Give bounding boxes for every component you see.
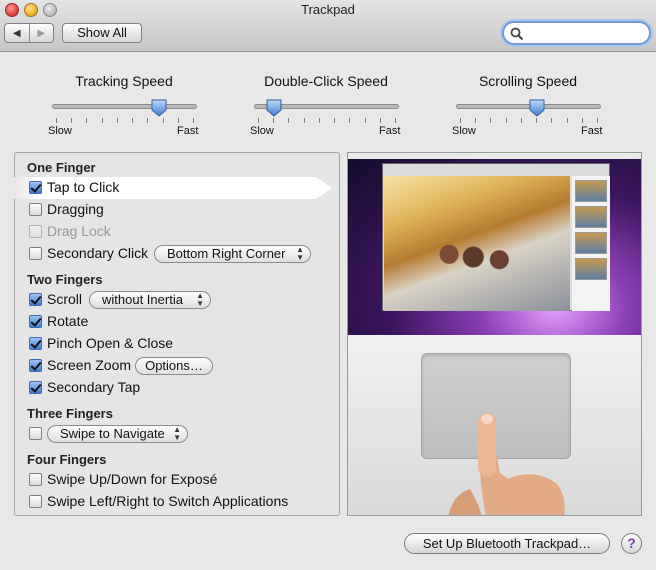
preview-photo-window — [382, 163, 610, 311]
secondary-click-option: Bottom Right Corner — [167, 246, 286, 261]
rotate-label: Rotate — [47, 313, 89, 329]
back-button[interactable]: ◀ — [5, 24, 29, 42]
help-button[interactable]: ? — [621, 533, 642, 554]
screen-zoom-checkbox[interactable] — [29, 358, 42, 372]
search-field[interactable] — [502, 21, 651, 45]
history-nav: ◀ ▶ — [4, 23, 54, 43]
pinch-row[interactable]: Pinch Open & Close — [29, 333, 173, 353]
preview-photo — [384, 176, 570, 311]
swipe-expose-label: Swipe Up/Down for Exposé — [47, 471, 218, 487]
popup-arrows-icon: ▲ ▼ — [296, 245, 304, 262]
preview-trackpad-area — [348, 335, 641, 515]
back-arrow-icon: ◀ — [12, 27, 21, 39]
drag-lock-row: Drag Lock — [29, 221, 111, 241]
pinch-checkbox[interactable] — [29, 336, 42, 350]
scroll-inertia-popup[interactable]: without Inertia ▲ ▼ — [89, 291, 211, 309]
tap-to-click-checkbox[interactable] — [29, 180, 42, 194]
title-bar: Trackpad ◀ ▶ Show All — [0, 0, 656, 52]
zoom-options-button[interactable]: Options… — [135, 357, 213, 375]
screen-zoom-label: Screen Zoom — [47, 357, 132, 373]
tracking-speed-ticks — [52, 118, 197, 124]
scroll-row[interactable]: Scroll — [29, 289, 82, 309]
tap-to-click-label: Tap to Click — [47, 179, 120, 195]
double-click-speed-max-label: Fast — [379, 125, 401, 137]
scrolling-speed-label: Scrolling Speed — [478, 73, 578, 89]
forward-button[interactable]: ▶ — [28, 24, 54, 42]
dragging-checkbox[interactable] — [29, 202, 42, 216]
popup-arrows-icon: ▲ ▼ — [173, 425, 181, 442]
scrolling-speed-max-label: Fast — [581, 125, 603, 137]
scroll-label: Scroll — [47, 291, 83, 307]
preview-menubar — [348, 153, 641, 159]
swipe-switch-row[interactable]: Swipe Left/Right to Switch Applications — [29, 491, 288, 511]
secondary-click-popup[interactable]: Bottom Right Corner ▲ ▼ — [154, 245, 311, 263]
show-all-button[interactable]: Show All — [62, 23, 142, 43]
scrolling-speed-ticks — [456, 118, 601, 124]
secondary-tap-row[interactable]: Secondary Tap — [29, 377, 140, 397]
three-fingers-heading: Three Fingers — [27, 406, 113, 421]
scroll-checkbox[interactable] — [29, 292, 42, 306]
four-fingers-heading: Four Fingers — [27, 452, 107, 467]
double-click-speed-min-label: Slow — [250, 125, 274, 137]
screen-zoom-row[interactable]: Screen Zoom — [29, 355, 131, 375]
rotate-row[interactable]: Rotate — [29, 311, 88, 331]
tracking-speed-slider-thumb[interactable] — [151, 99, 167, 117]
drag-lock-label: Drag Lock — [47, 223, 111, 239]
swipe-switch-checkbox[interactable] — [29, 494, 42, 508]
swipe-expose-checkbox[interactable] — [29, 472, 42, 486]
secondary-tap-label: Secondary Tap — [47, 379, 141, 395]
scrolling-speed-min-label: Slow — [452, 125, 476, 137]
search-icon — [510, 27, 524, 41]
secondary-click-row[interactable]: Secondary Click — [29, 243, 148, 263]
secondary-tap-checkbox[interactable] — [29, 380, 42, 394]
pinch-label: Pinch Open & Close — [47, 335, 174, 351]
secondary-click-label: Secondary Click — [47, 245, 149, 261]
preview-thumbnails — [572, 176, 610, 311]
forward-arrow-icon: ▶ — [37, 27, 46, 39]
swipe-switch-label: Swipe Left/Right to Switch Applications — [47, 493, 289, 509]
gesture-preview-video — [347, 152, 642, 516]
tracking-speed-max-label: Fast — [177, 125, 199, 137]
double-click-speed-label: Double-Click Speed — [264, 73, 388, 89]
scrolling-speed-slider-thumb[interactable] — [529, 99, 545, 117]
help-icon: ? — [627, 535, 636, 551]
dragging-row[interactable]: Dragging — [29, 199, 104, 219]
three-finger-swipe-row[interactable] — [29, 423, 42, 443]
window-title: Trackpad — [301, 2, 355, 17]
two-fingers-heading: Two Fingers — [27, 272, 103, 287]
three-finger-swipe-checkbox[interactable] — [29, 426, 42, 440]
three-finger-swipe-popup[interactable]: Swipe to Navigate ▲ ▼ — [47, 425, 188, 443]
double-click-speed-slider-thumb[interactable] — [266, 99, 282, 117]
tracking-speed-slider-track[interactable] — [52, 104, 197, 109]
three-finger-swipe-option: Swipe to Navigate — [60, 426, 165, 441]
popup-arrows-icon: ▲ ▼ — [196, 291, 204, 308]
tracking-speed-label: Tracking Speed — [75, 73, 173, 89]
rotate-checkbox[interactable] — [29, 314, 42, 328]
double-click-speed-ticks — [254, 118, 399, 124]
one-finger-heading: One Finger — [27, 160, 96, 175]
drag-lock-checkbox — [29, 224, 42, 238]
search-input[interactable] — [524, 25, 644, 41]
scroll-inertia-option: without Inertia — [102, 292, 183, 307]
finger-hand-icon — [448, 413, 565, 515]
dragging-label: Dragging — [47, 201, 104, 217]
tracking-speed-min-label: Slow — [48, 125, 72, 137]
swipe-expose-row[interactable]: Swipe Up/Down for Exposé — [29, 469, 217, 489]
secondary-click-checkbox[interactable] — [29, 246, 42, 260]
tap-to-click-row[interactable]: Tap to Click — [29, 177, 119, 197]
setup-bluetooth-trackpad-button[interactable]: Set Up Bluetooth Trackpad… — [404, 533, 610, 554]
preview-screen — [348, 153, 641, 335]
